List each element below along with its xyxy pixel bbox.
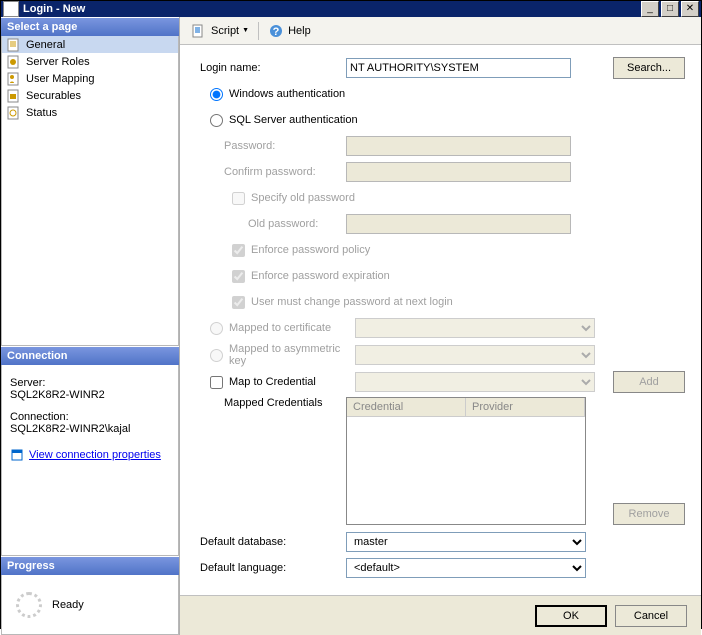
server-label: Server: [10,377,170,389]
connection-panel: Server: SQL2K8R2-WINR2 Connection: SQL2K… [1,365,179,556]
nav-label: Status [26,107,57,119]
script-icon [191,23,207,39]
certificate-combo [355,318,595,338]
page-list: General Server Roles User Mapping Secura… [1,36,179,346]
nav-label: User Mapping [26,73,94,85]
minimize-button[interactable]: _ [641,1,659,17]
toolbar: Script▼ ?Help [180,17,701,45]
left-panel: Select a page General Server Roles User … [1,17,179,635]
nav-general[interactable]: General [2,36,178,53]
mapped-credentials-label: Mapped Credentials [196,397,346,409]
confirm-password-label: Confirm password: [196,166,346,178]
enforce-expiration-label: Enforce password expiration [251,270,390,282]
svg-text:?: ? [273,26,280,38]
window-title: Login - New [23,3,639,15]
progress-spinner-icon [16,592,42,618]
nav-label: Securables [26,90,81,102]
dialog-footer: OK Cancel [180,595,701,635]
progress-panel: Ready [1,575,179,635]
connection-header: Connection [1,346,179,365]
grid-col-credential: Credential [347,398,466,416]
mapped-credentials-grid[interactable]: Credential Provider [346,397,586,525]
app-icon [3,1,19,17]
select-page-header: Select a page [1,17,179,36]
confirm-password-input [346,162,571,182]
sql-auth-label: SQL Server authentication [229,114,358,126]
remove-button: Remove [613,503,685,525]
general-form: Login name: Search... Windows authentica… [180,45,701,595]
old-password-label: Old password: [196,218,346,230]
default-language-combo[interactable]: <default> [346,558,586,578]
enforce-expiration-check [232,270,245,283]
page-icon [6,105,22,121]
default-language-label: Default language: [196,562,346,574]
map-credential-check[interactable] [210,376,223,389]
ok-button[interactable]: OK [535,605,607,627]
windows-auth-label: Windows authentication [229,88,345,100]
nav-label: Server Roles [26,56,90,68]
titlebar[interactable]: Login - New _ □ ✕ [1,1,701,17]
page-icon [6,54,22,70]
enforce-policy-check [232,244,245,257]
default-database-combo[interactable]: master [346,532,586,552]
right-panel: Script▼ ?Help Login name: Search... Wind… [179,17,701,635]
sql-auth-radio[interactable] [210,114,223,127]
nav-user-mapping[interactable]: User Mapping [2,70,178,87]
script-button[interactable]: Script▼ [186,20,254,42]
login-name-input[interactable] [346,58,571,78]
nav-label: General [26,39,65,51]
enforce-policy-label: Enforce password policy [251,244,370,256]
dialog-body: Select a page General Server Roles User … [1,17,701,635]
page-icon [6,71,22,87]
credential-combo [355,372,595,392]
grid-col-provider: Provider [466,398,585,416]
page-icon [6,88,22,104]
cancel-button[interactable]: Cancel [615,605,687,627]
server-value: SQL2K8R2-WINR2 [10,389,170,401]
properties-icon [10,447,26,463]
must-change-check [232,296,245,309]
nav-status[interactable]: Status [2,104,178,121]
progress-text: Ready [52,599,84,611]
mapped-asymmetric-label: Mapped to asymmetric key [229,343,355,367]
login-new-dialog: Login - New _ □ ✕ Select a page General … [0,0,702,629]
must-change-label: User must change password at next login [251,296,453,308]
windows-auth-radio[interactable] [210,88,223,101]
help-button[interactable]: ?Help [263,20,316,42]
login-name-label: Login name: [196,62,346,74]
nav-securables[interactable]: Securables [2,87,178,104]
default-database-label: Default database: [196,536,346,548]
map-credential-label: Map to Credential [229,376,355,388]
toolbar-separator [258,22,259,40]
help-icon: ? [268,23,284,39]
add-button: Add [613,371,685,393]
nav-server-roles[interactable]: Server Roles [2,53,178,70]
asymmetric-combo [355,345,595,365]
search-button[interactable]: Search... [613,57,685,79]
connection-value: SQL2K8R2-WINR2\kajal [10,423,170,435]
mapped-certificate-radio [210,322,223,335]
old-password-input [346,214,571,234]
dropdown-arrow-icon: ▼ [242,27,249,34]
specify-old-password-label: Specify old password [251,192,355,204]
mapped-asymmetric-radio [210,349,223,362]
close-button[interactable]: ✕ [681,1,699,17]
grid-header: Credential Provider [347,398,585,417]
connection-label: Connection: [10,411,170,423]
mapped-certificate-label: Mapped to certificate [229,322,355,334]
maximize-button[interactable]: □ [661,1,679,17]
password-label: Password: [196,140,346,152]
page-icon [6,37,22,53]
view-connection-properties-link[interactable]: View connection properties [10,447,161,463]
password-input [346,136,571,156]
specify-old-password-check [232,192,245,205]
progress-header: Progress [1,556,179,575]
